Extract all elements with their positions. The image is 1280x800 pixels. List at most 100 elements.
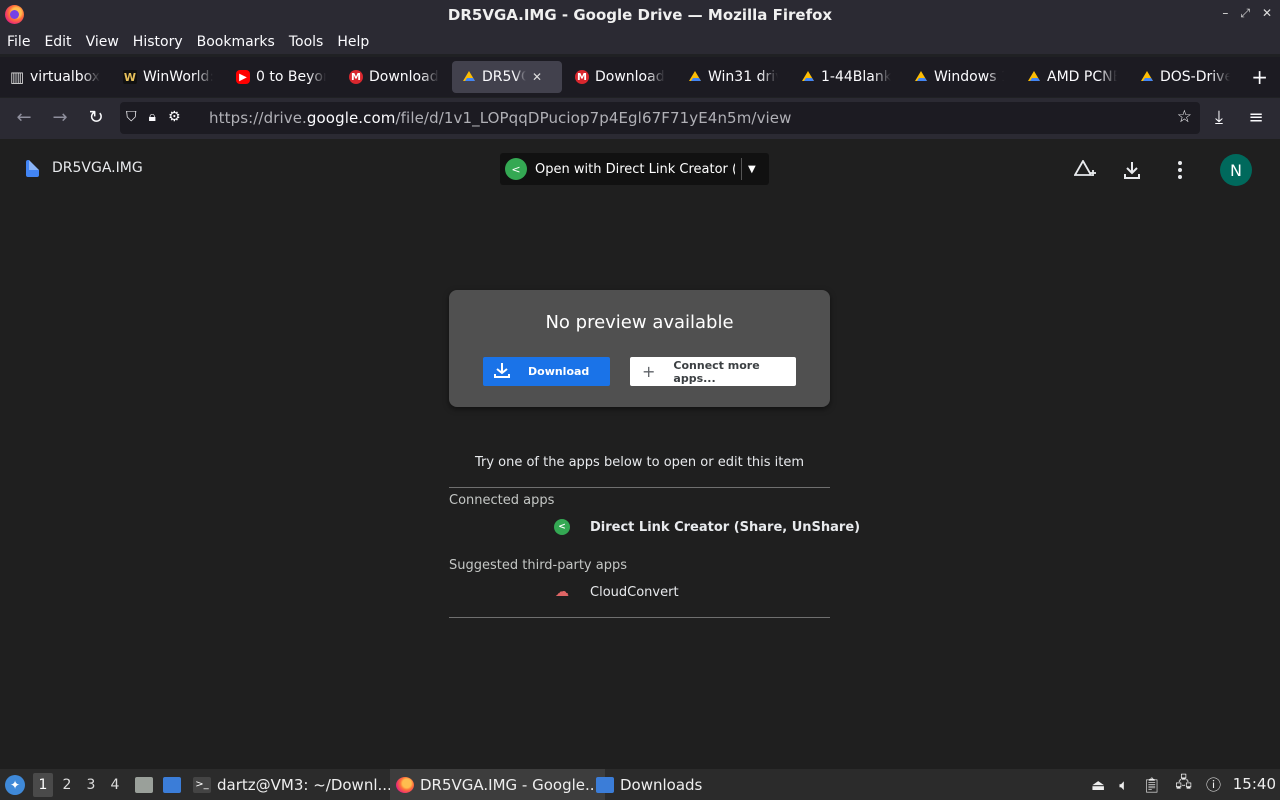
firefox-icon: [396, 776, 414, 793]
more-options-icon[interactable]: [1177, 160, 1183, 184]
connect-more-apps-button[interactable]: + Connect more apps...: [630, 357, 796, 386]
tab-dos-drivers[interactable]: DOS-Drivers: [1130, 61, 1240, 93]
downloads-icon[interactable]: ⤓: [1208, 107, 1230, 129]
app-cloudconvert[interactable]: ☁ CloudConvert: [554, 584, 679, 600]
tab-dr5vga-active[interactable]: DR5VGA.IMG ✕: [452, 61, 562, 93]
tab-close-icon[interactable]: ✕: [532, 70, 542, 84]
tab-win31-drivers[interactable]: Win31 drivers: [678, 61, 788, 93]
avatar[interactable]: N: [1220, 154, 1252, 186]
maximize-button[interactable]: ⤢: [1240, 6, 1250, 21]
forward-arrow-icon[interactable]: →: [49, 107, 71, 129]
tab-amd-pcnet[interactable]: AMD PCNET: [1017, 61, 1127, 93]
open-with-label: Open with Direct Link Creator (Share, Un…: [535, 161, 735, 177]
window-title: DR5VGA.IMG - Google Drive — Mozilla Fire…: [447, 6, 833, 24]
eject-icon[interactable]: ⏏: [1091, 776, 1105, 794]
virtualbox-icon: ▥: [9, 68, 25, 86]
menu-tools[interactable]: Tools: [282, 34, 331, 50]
file-icon: [26, 160, 39, 177]
workspace-1[interactable]: 1: [33, 772, 53, 797]
file-name: DR5VGA.IMG: [52, 160, 143, 176]
window-controls: – ⤢ ✕: [1222, 6, 1272, 21]
drive-header: DR5VGA.IMG < Open with Direct Link Creat…: [0, 139, 1280, 199]
workspace-2[interactable]: 2: [57, 773, 77, 797]
clock[interactable]: 15:40: [1233, 775, 1276, 793]
taskbar-firefox[interactable]: DR5VGA.IMG - Google...: [390, 769, 606, 800]
close-window-button[interactable]: ✕: [1262, 6, 1272, 21]
google-drive-icon: [801, 70, 815, 84]
divider: [449, 617, 830, 618]
show-desktop-icon[interactable]: [163, 769, 181, 800]
youtube-icon: ▶: [236, 70, 250, 84]
taskbar: ✦ 1 2 3 4 >_ dartz@VM3: ~/Downl... DR5VG…: [0, 769, 1280, 800]
back-arrow-icon[interactable]: ←: [13, 107, 35, 129]
add-to-drive-icon[interactable]: [1073, 159, 1096, 184]
connected-apps-label: Connected apps: [449, 493, 555, 508]
suggested-apps-label: Suggested third-party apps: [449, 558, 627, 573]
navigation-bar: ← → ↻ ⛉ 🔒︎ ⚙ https://drive.google.com/fi…: [0, 98, 1280, 139]
menu-view[interactable]: View: [79, 34, 126, 50]
tab-bar: ▥ virtualbox W WinWorld: ▶ 0 to Beyond M…: [0, 57, 1280, 97]
google-drive-icon: [1027, 70, 1041, 84]
no-preview-title: No preview available: [545, 312, 734, 333]
permissions-icon[interactable]: ⚙: [168, 109, 181, 125]
share-icon: <: [554, 519, 570, 535]
url-bar[interactable]: ⛉ 🔒︎ ⚙ https://drive.google.com/file/d/1…: [120, 102, 1200, 134]
file-manager-launcher-icon[interactable]: [135, 769, 153, 800]
share-icon: <: [505, 158, 527, 180]
reload-icon[interactable]: ↻: [85, 107, 107, 129]
menu-edit[interactable]: Edit: [37, 34, 78, 50]
url-security-icons: ⛉ 🔒︎ ⚙: [126, 109, 181, 125]
start-menu-icon[interactable]: ✦: [5, 769, 25, 800]
tab-mega-download-1[interactable]: M Download: [339, 61, 449, 93]
menu-help[interactable]: Help: [330, 34, 376, 50]
tracking-shield-icon[interactable]: ⛉: [126, 109, 137, 125]
menubar: File Edit View History Bookmarks Tools H…: [0, 30, 1280, 54]
mega-icon: M: [349, 70, 363, 84]
winworld-icon: W: [123, 70, 137, 84]
volume-icon[interactable]: 🔈︎: [1119, 776, 1128, 794]
menu-bookmarks[interactable]: Bookmarks: [190, 34, 282, 50]
divider: [449, 487, 830, 488]
new-tab-button[interactable]: +: [1251, 67, 1268, 87]
plus-icon: +: [642, 362, 656, 381]
minimize-button[interactable]: –: [1222, 6, 1228, 21]
taskbar-terminal[interactable]: >_ dartz@VM3: ~/Downl...: [193, 769, 392, 800]
url-text[interactable]: https://drive.google.com/file/d/1v1_LOPq…: [209, 109, 792, 127]
menu-file[interactable]: File: [0, 34, 37, 50]
bookmark-star-icon[interactable]: ☆: [1177, 107, 1192, 127]
clipboard-icon[interactable]: 📋︎: [1142, 776, 1161, 794]
google-drive-icon: [1140, 70, 1154, 84]
system-tray: ⏏ 🔈︎ 📋︎ 🖧 ⓘ: [1091, 769, 1221, 800]
folder-icon: [596, 776, 614, 793]
app-direct-link-creator[interactable]: < Direct Link Creator (Share, UnShare): [554, 519, 860, 535]
try-apps-text: Try one of the apps below to open or edi…: [474, 455, 805, 470]
tab-1-44blank[interactable]: 1-44Blank: [791, 61, 901, 93]
download-icon: [494, 362, 512, 382]
workspace-4[interactable]: 4: [105, 773, 125, 797]
hamburger-menu-icon[interactable]: ≡: [1245, 107, 1267, 129]
workspace-3[interactable]: 3: [81, 773, 101, 797]
mega-icon: M: [575, 70, 589, 84]
drive-viewer: DR5VGA.IMG < Open with Direct Link Creat…: [0, 139, 1280, 769]
download-button[interactable]: Download: [483, 357, 610, 386]
notification-icon[interactable]: ⓘ: [1206, 774, 1221, 795]
terminal-icon: >_: [193, 776, 211, 793]
open-with-button[interactable]: < Open with Direct Link Creator (Share, …: [500, 153, 769, 185]
workspace-switcher: 1 2 3 4: [33, 769, 125, 800]
google-drive-icon: [688, 70, 702, 84]
google-drive-icon: [914, 70, 928, 84]
window-titlebar: DR5VGA.IMG - Google Drive — Mozilla Fire…: [0, 0, 1280, 30]
no-preview-card: No preview available Download + Connect …: [449, 290, 830, 407]
tab-mega-download-2[interactable]: M Download: [565, 61, 675, 93]
lock-icon[interactable]: 🔒︎: [149, 109, 156, 125]
tab-youtube[interactable]: ▶ 0 to Beyond: [226, 61, 336, 93]
cloud-icon: ☁: [555, 584, 569, 600]
download-icon[interactable]: [1123, 160, 1141, 184]
tab-winworld[interactable]: W WinWorld:: [113, 61, 223, 93]
tab-windows[interactable]: Windows 1: [904, 61, 1014, 93]
dropdown-caret-icon[interactable]: ▼: [748, 164, 756, 175]
taskbar-downloads[interactable]: Downloads: [596, 769, 702, 800]
tab-virtualbox[interactable]: ▥ virtualbox: [0, 61, 110, 93]
menu-history[interactable]: History: [126, 34, 190, 50]
network-icon[interactable]: 🖧: [1175, 772, 1192, 797]
